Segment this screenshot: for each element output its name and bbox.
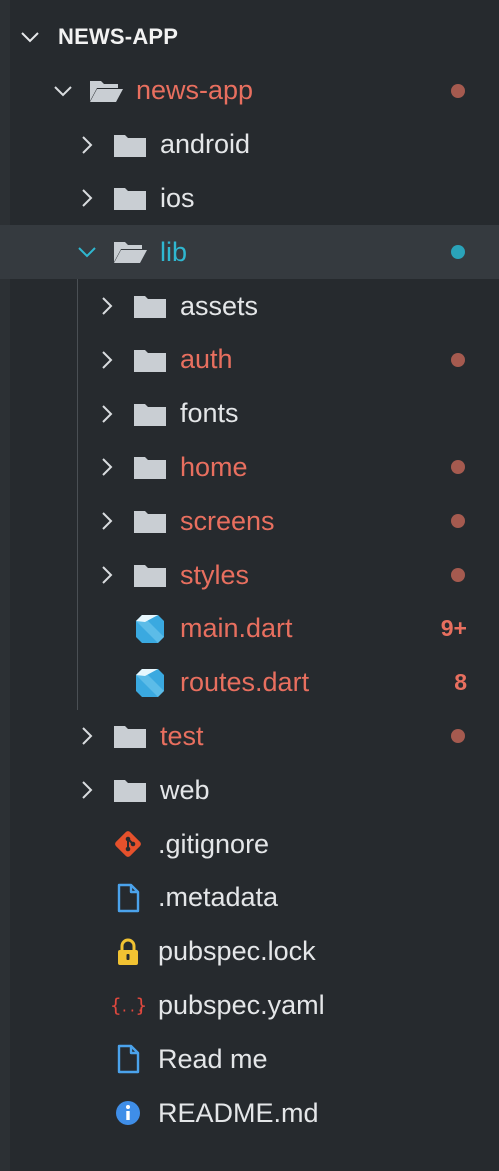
info-icon [110,1098,146,1128]
tree-item-lib[interactable]: lib [0,225,499,280]
folder-icon [132,506,168,536]
tree-item-label: pubspec.yaml [158,989,325,1020]
folder-icon [112,183,148,213]
chevron-right-icon[interactable] [76,134,98,156]
tree-item-label: .metadata [158,882,279,913]
tree-item-readme-md[interactable]: README.md [0,1086,499,1140]
file-explorer-panel: NEWS-APP news-app android ios lib assets… [0,0,499,1171]
svg-text:}: } [136,995,146,1017]
tree-item-label: routes.dart [180,667,310,698]
tree-item-label: main.dart [180,613,293,644]
tree-item-styles[interactable]: styles [0,548,499,602]
chevron-right-icon[interactable] [76,779,98,801]
modified-indicator [451,548,467,602]
tree-item-auth[interactable]: auth [0,333,499,387]
tree-item-label: Read me [158,1043,268,1074]
tree-item-test[interactable]: test [0,710,499,764]
chevron-right-icon[interactable] [96,295,118,317]
tree-item-label: news-app [136,75,254,106]
folder-icon [112,721,148,751]
tree-item-read-me[interactable]: Read me [0,1032,499,1086]
folder-icon [132,345,168,375]
tree-item-android[interactable]: android [0,118,499,172]
tree-item-label: auth [180,344,233,375]
tree-item-label: screens [180,505,275,536]
section-title: NEWS-APP [58,24,179,49]
tree-item-fonts[interactable]: fonts [0,387,499,441]
tree-item-web[interactable]: web [0,763,499,817]
file-icon [110,883,146,913]
tree-item-pubspec-lock[interactable]: pubspec.lock [0,925,499,979]
folder-icon [132,291,168,321]
tree-item-label: fonts [180,398,239,429]
file-tree: news-app android ios lib assets auth fon… [0,64,499,1140]
git-icon [110,829,146,859]
lock-icon [110,937,146,967]
modified-indicator [451,441,467,495]
chevron-right-icon[interactable] [96,564,118,586]
folder-open-icon [112,237,148,267]
tree-item-label: pubspec.lock [158,936,316,967]
tree-item-label: ios [160,182,195,213]
folder-icon [132,560,168,590]
tree-item-label: home [180,451,248,482]
modified-indicator [451,333,467,387]
tree-item-label: web [160,774,210,805]
yaml-braces-icon: {...} [110,990,146,1020]
chevron-down-icon[interactable] [76,241,98,263]
tree-item-label: test [160,720,204,751]
folder-icon [132,452,168,482]
tree-item-main-dart[interactable]: main.dart 9+ [0,602,499,656]
file-icon [110,1044,146,1074]
chevron-right-icon[interactable] [76,187,98,209]
tree-item-assets[interactable]: assets [0,279,499,333]
folder-icon [112,130,148,160]
status-indicator [451,225,467,279]
modified-indicator [451,710,467,764]
tree-item-news-app[interactable]: news-app [0,64,499,118]
folder-icon [132,399,168,429]
tree-item-home[interactable]: home [0,441,499,495]
tree-item-label: lib [160,236,188,267]
tree-item-screens[interactable]: screens [0,494,499,548]
chevron-right-icon[interactable] [96,403,118,425]
tree-item-metadata[interactable]: .metadata [0,871,499,925]
folder-open-icon [88,76,124,106]
tree-item-label: README.md [158,1097,319,1128]
chevron-right-icon[interactable] [96,456,118,478]
tree-item-label: styles [180,559,250,590]
modified-indicator [451,64,467,118]
folder-icon [112,775,148,805]
tree-item-gitignore[interactable]: .gitignore [0,817,499,871]
chevron-down-icon [18,25,42,49]
dart-file-icon [132,668,168,698]
tree-item-pubspec-yaml[interactable]: {...} pubspec.yaml [0,979,499,1033]
problem-count-badge: 9+ [440,615,467,642]
chevron-right-icon[interactable] [96,510,118,532]
chevron-right-icon[interactable] [96,349,118,371]
chevron-right-icon[interactable] [76,725,98,747]
tree-item-ios[interactable]: ios [0,172,499,226]
tree-item-label: assets [180,290,259,321]
problem-count-badge: 8 [454,669,467,696]
tree-item-routes-dart[interactable]: routes.dart 8 [0,656,499,710]
modified-indicator [451,494,467,548]
dart-file-icon [132,614,168,644]
chevron-down-icon[interactable] [52,80,74,102]
explorer-section-header[interactable]: NEWS-APP [0,10,499,64]
tree-item-label: android [160,129,251,160]
tree-item-label: .gitignore [158,828,270,859]
